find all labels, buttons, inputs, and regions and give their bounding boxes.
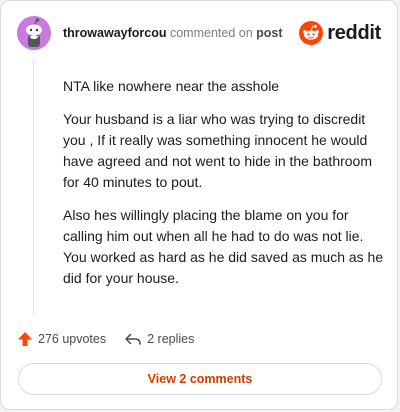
comment-actions: 276 upvotes 2 replies: [17, 331, 194, 347]
replies-count: 2 replies: [147, 332, 195, 346]
reddit-wordmark: reddit: [327, 21, 381, 44]
comment-header: throwawayforcou commented on post: [63, 26, 283, 40]
snoo-avatar-icon: [17, 16, 51, 50]
upvote-button[interactable]: 276 upvotes: [17, 331, 106, 347]
reddit-brand[interactable]: reddit: [299, 21, 381, 45]
reply-arrow-icon: [125, 333, 141, 345]
replies-button[interactable]: 2 replies: [124, 331, 194, 347]
username[interactable]: throwawayforcou: [63, 26, 167, 40]
thread-line: [33, 59, 34, 314]
comment-paragraph: Your husband is a liar who was trying to…: [63, 111, 372, 190]
comment-paragraph: Also hes willingly placing the blame on …: [63, 207, 384, 286]
comment-paragraph: NTA like nowhere near the asshole: [63, 78, 280, 94]
comment-action-text: commented on: [169, 26, 253, 40]
upvotes-count: 276 upvotes: [38, 332, 107, 346]
avatar[interactable]: [17, 16, 51, 50]
view-comments-button[interactable]: View 2 comments: [18, 363, 382, 395]
comment-card: throwawayforcou commented on post reddit…: [0, 0, 398, 410]
post-link[interactable]: post: [256, 26, 282, 40]
comment-body: NTA like nowhere near the asshole Your h…: [63, 76, 385, 301]
reddit-logo-icon: [299, 21, 324, 45]
upvote-arrow-icon: [18, 332, 32, 346]
